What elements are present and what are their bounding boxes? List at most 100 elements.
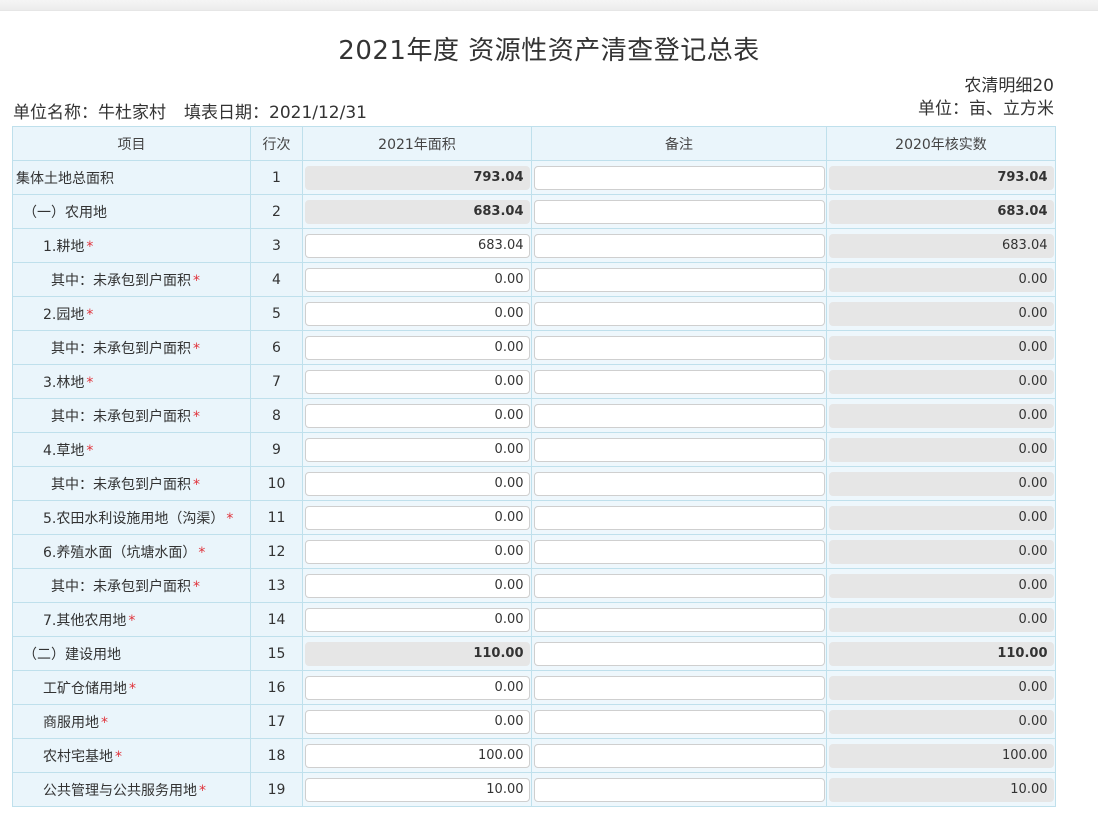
row-number: 17 (250, 704, 303, 739)
row-item-label: 2.园地 (43, 306, 85, 323)
note-input[interactable] (533, 267, 825, 292)
row-item-cell: 4.草地 * (12, 432, 251, 467)
verified-2020-value: 0.00 (828, 403, 1054, 428)
note-input[interactable] (533, 369, 825, 394)
note-input[interactable] (533, 675, 825, 700)
area-2021-input[interactable]: 0.00 (304, 573, 530, 598)
required-asterisk-icon: * (86, 442, 94, 459)
note-cell (531, 398, 827, 433)
area-2021-cell: 0.00 (302, 500, 532, 535)
table-row: 工矿仓储用地 * 16 0.00 0.00 (12, 670, 1056, 705)
verified-2020-cell: 0.00 (826, 398, 1056, 433)
area-2021-input[interactable]: 0.00 (304, 403, 530, 428)
area-2021-cell: 0.00 (302, 466, 532, 501)
note-cell (531, 296, 827, 331)
area-2021-cell: 0.00 (302, 364, 532, 399)
note-input[interactable] (533, 471, 825, 496)
note-input[interactable] (533, 165, 825, 190)
row-item-label: （二）建设用地 (23, 646, 121, 663)
verified-2020-cell: 0.00 (826, 670, 1056, 705)
area-2021-cell: 0.00 (302, 330, 532, 365)
top-bar (0, 0, 1098, 11)
required-asterisk-icon: * (193, 408, 200, 425)
area-2021-input[interactable]: 0.00 (304, 539, 530, 564)
area-2021-total: 793.04 (304, 165, 530, 190)
row-item-cell: 1.耕地 * (12, 228, 251, 263)
table-row: 5.农田水利设施用地（沟渠） * 11 0.00 0.00 (12, 500, 1056, 535)
note-input[interactable] (533, 573, 825, 598)
verified-2020-cell: 100.00 (826, 738, 1056, 773)
table-row: （一）农用地 2 683.04 683.04 (12, 194, 1056, 229)
row-number: 13 (250, 568, 303, 603)
note-input[interactable] (533, 777, 825, 802)
verified-2020-cell: 0.00 (826, 466, 1056, 501)
form-code: 农清明细20 (964, 76, 1054, 96)
form-meta-right: 农清明细20 单位：亩、立方米 (918, 75, 1054, 121)
note-input[interactable] (533, 709, 825, 734)
column-header-verified-2020: 2020年核实数 (826, 126, 1056, 161)
row-item-cell: 7.其他农用地 * (12, 602, 251, 637)
verified-2020-value: 0.00 (828, 369, 1054, 394)
verified-2020-cell: 110.00 (826, 636, 1056, 671)
required-asterisk-icon: * (193, 578, 200, 595)
note-cell (531, 194, 827, 229)
note-input[interactable] (533, 505, 825, 530)
area-2021-input[interactable]: 0.00 (304, 267, 530, 292)
verified-2020-value: 683.04 (828, 233, 1054, 258)
verified-2020-cell: 793.04 (826, 160, 1056, 195)
area-2021-input[interactable]: 100.00 (304, 743, 530, 768)
verified-2020-cell: 0.00 (826, 500, 1056, 535)
area-2021-input[interactable]: 0.00 (304, 505, 530, 530)
note-input[interactable] (533, 641, 825, 666)
note-input[interactable] (533, 743, 825, 768)
column-header-note: 备注 (531, 126, 827, 161)
note-input[interactable] (533, 233, 825, 258)
area-2021-input[interactable]: 683.04 (304, 233, 530, 258)
area-2021-input[interactable]: 0.00 (304, 437, 530, 462)
required-asterisk-icon: * (198, 544, 206, 561)
row-number: 4 (250, 262, 303, 297)
verified-2020-value: 0.00 (828, 335, 1054, 360)
area-2021-input[interactable]: 0.00 (304, 471, 530, 496)
column-header-row-no: 行次 (250, 126, 303, 161)
area-2021-input[interactable]: 0.00 (304, 709, 530, 734)
note-cell (531, 738, 827, 773)
note-input[interactable] (533, 403, 825, 428)
area-2021-input[interactable]: 0.00 (304, 335, 530, 360)
table-row: 4.草地 * 9 0.00 0.00 (12, 432, 1056, 467)
area-2021-input[interactable]: 0.00 (304, 607, 530, 632)
column-header-area-2021: 2021年面积 (302, 126, 532, 161)
verified-2020-value: 0.00 (828, 539, 1054, 564)
table-row: 7.其他农用地 * 14 0.00 0.00 (12, 602, 1056, 637)
area-2021-input[interactable]: 0.00 (304, 301, 530, 326)
note-input[interactable] (533, 199, 825, 224)
note-input[interactable] (533, 335, 825, 360)
verified-2020-value: 110.00 (828, 641, 1054, 666)
area-2021-input[interactable]: 10.00 (304, 777, 530, 802)
row-item-cell: 公共管理与公共服务用地 * (12, 772, 251, 807)
note-input[interactable] (533, 539, 825, 564)
verified-2020-value: 10.00 (828, 777, 1054, 802)
area-2021-cell: 0.00 (302, 262, 532, 297)
table-row: 其中：未承包到户面积 * 8 0.00 0.00 (12, 398, 1056, 433)
area-2021-cell: 10.00 (302, 772, 532, 807)
note-cell (531, 432, 827, 467)
verified-2020-cell: 0.00 (826, 262, 1056, 297)
table-row: 6.养殖水面（坑塘水面） * 12 0.00 0.00 (12, 534, 1056, 569)
note-input[interactable] (533, 301, 825, 326)
note-input[interactable] (533, 607, 825, 632)
row-item-label: 其中：未承包到户面积 (51, 408, 191, 425)
area-2021-cell: 0.00 (302, 398, 532, 433)
area-2021-input[interactable]: 0.00 (304, 675, 530, 700)
area-2021-cell: 0.00 (302, 296, 532, 331)
table-row: 1.耕地 * 3 683.04 683.04 (12, 228, 1056, 263)
required-asterisk-icon: * (199, 782, 206, 799)
area-2021-input[interactable]: 0.00 (304, 369, 530, 394)
area-2021-total: 683.04 (304, 199, 530, 224)
table-header-row: 项目 行次 2021年面积 备注 2020年核实数 (12, 126, 1056, 161)
table-body: 集体土地总面积 1 793.04 793.04 （一）农用地 2 683.04 683.04 1… (12, 160, 1056, 807)
note-cell (531, 466, 827, 501)
verified-2020-value: 0.00 (828, 437, 1054, 462)
row-number: 5 (250, 296, 303, 331)
note-input[interactable] (533, 437, 825, 462)
